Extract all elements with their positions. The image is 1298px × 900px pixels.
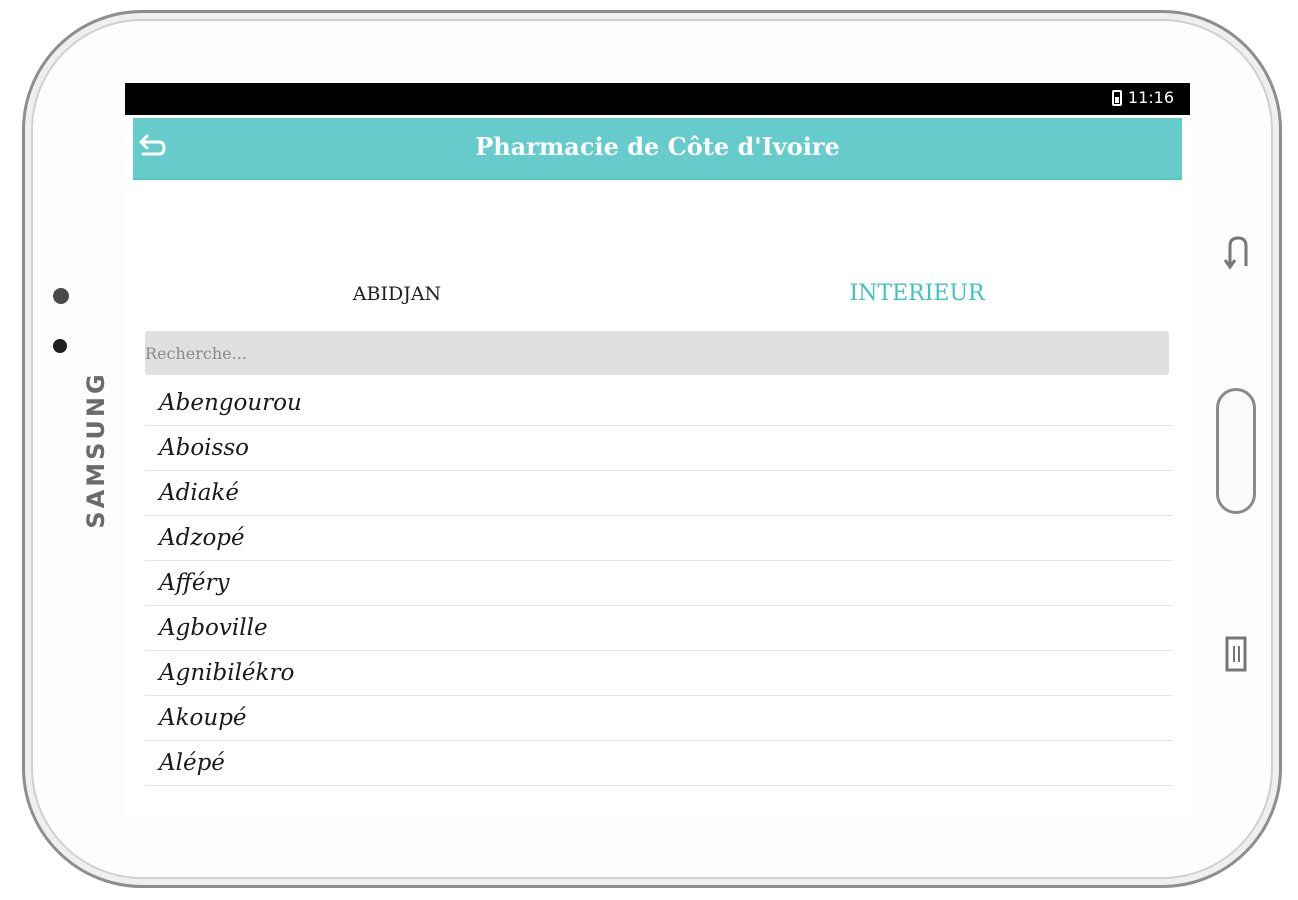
- device-screen: 11:16 Pharmacie de Côte d'Ivoire ABIDJAN…: [125, 83, 1190, 818]
- search-input[interactable]: [145, 331, 1169, 375]
- list-item-affery[interactable]: Afféry: [145, 561, 1173, 606]
- camera-dot: [53, 339, 67, 353]
- list-item-adiake[interactable]: Adiaké: [145, 471, 1173, 516]
- list-item-alepe[interactable]: Alépé: [145, 741, 1173, 786]
- tab-interieur[interactable]: INTERIEUR: [657, 281, 1177, 306]
- tab-abidjan[interactable]: ABIDJAN: [137, 283, 657, 305]
- list-item-adzope[interactable]: Adzopé: [145, 516, 1173, 561]
- list-item-agnibilekro[interactable]: Agnibilékro: [145, 651, 1173, 696]
- status-time: 11:16: [1127, 88, 1174, 107]
- list-item-abengourou[interactable]: Abengourou: [145, 381, 1173, 426]
- app-title: Pharmacie de Côte d'Ivoire: [475, 132, 840, 161]
- status-right: 11:16: [1111, 88, 1174, 107]
- hardware-home-button[interactable]: [1216, 388, 1256, 514]
- list-item-aboisso[interactable]: Aboisso: [145, 426, 1173, 471]
- device-brand: SAMSUNG: [82, 371, 110, 529]
- battery-icon: [1111, 89, 1122, 106]
- city-list: Abengourou Aboisso Adiaké Adzopé Afféry …: [145, 381, 1173, 786]
- hardware-menu-icon[interactable]: [1224, 634, 1250, 674]
- sensor-dot: [53, 288, 69, 304]
- region-tabs: ABIDJAN INTERIEUR: [145, 281, 1185, 317]
- list-item-agboville[interactable]: Agboville: [145, 606, 1173, 651]
- list-item-akoupe[interactable]: Akoupé: [145, 696, 1173, 741]
- hardware-back-icon[interactable]: [1222, 232, 1252, 272]
- status-bar: 11:16: [125, 83, 1190, 115]
- app-bar: Pharmacie de Côte d'Ivoire: [133, 118, 1182, 180]
